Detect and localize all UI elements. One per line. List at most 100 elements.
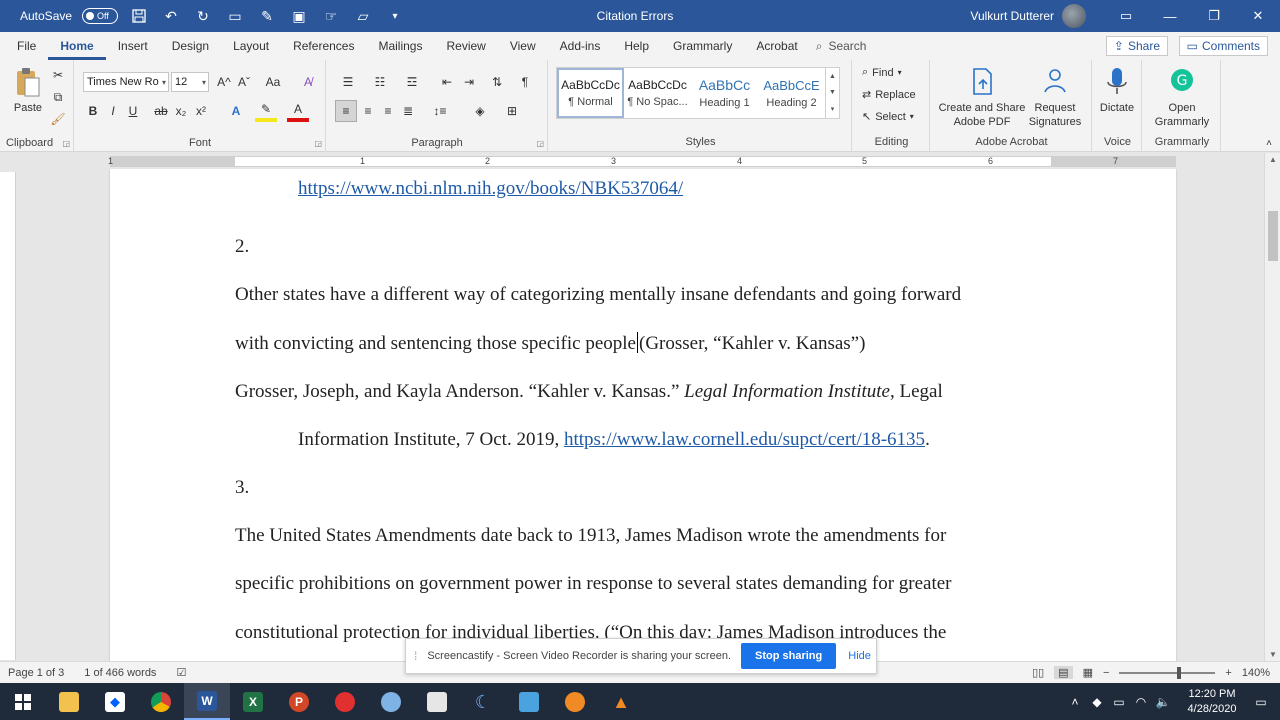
bold-button[interactable]: B (83, 100, 103, 122)
tab-references[interactable]: References (281, 32, 366, 60)
tab-view[interactable]: View (498, 32, 548, 60)
draw-icon[interactable]: ✎ (256, 5, 278, 27)
proofing-icon[interactable]: ☑ (176, 666, 186, 679)
remote-desktop-icon[interactable] (506, 683, 552, 720)
styles-more-button[interactable]: ▲ ▼ ▾ (826, 67, 840, 119)
tab-home[interactable]: Home (48, 32, 106, 60)
justify-icon[interactable]: ≣ (397, 100, 419, 122)
notifications-icon[interactable]: ▭ (1250, 695, 1272, 709)
redo-icon[interactable]: ↻ (192, 5, 214, 27)
open-grammarly-button[interactable]: G Open Grammarly (1146, 66, 1218, 129)
comment-icon[interactable]: ▭ (224, 5, 246, 27)
page-count[interactable]: Page 1 of 3 (8, 667, 64, 679)
find-button[interactable]: ⌕ Find ▾ (862, 66, 902, 79)
highlight-icon[interactable]: ✎ (255, 100, 277, 122)
change-case-button[interactable]: Aa (261, 72, 285, 92)
scroll-thumb[interactable] (1268, 211, 1278, 261)
request-signatures-button[interactable]: Request Signatures (1026, 66, 1084, 129)
grow-font-button[interactable]: A^ (215, 72, 233, 92)
word-icon[interactable]: W (184, 683, 230, 720)
shrink-font-button[interactable]: Aˇ (235, 72, 253, 92)
dialog-launcher-icon[interactable]: ◲ (536, 139, 544, 148)
hide-button[interactable]: Hide (848, 650, 871, 662)
select-button[interactable]: ↖ Select ▾ (862, 110, 914, 124)
subscript-button[interactable]: x₂ (171, 100, 191, 122)
scroll-down-icon[interactable]: ▼ (1265, 650, 1280, 659)
ribbon-display-options-icon[interactable]: ▭ (1104, 0, 1148, 32)
document-area[interactable]: https://www.ncbi.nlm.nih.gov/books/NBK53… (16, 169, 1264, 661)
read-mode-icon[interactable]: ▯▯ (1032, 666, 1044, 679)
tab-help[interactable]: Help (612, 32, 661, 60)
avatar[interactable] (1062, 4, 1086, 28)
style-heading-1[interactable]: AaBbCc Heading 1 (691, 68, 758, 118)
line-spacing-icon[interactable]: ↕≡ (427, 100, 453, 122)
comments-button[interactable]: ▭ Comments (1178, 36, 1268, 56)
multilevel-list-icon[interactable]: ☲ (399, 72, 425, 92)
show-formatting-button[interactable]: ¶ (515, 72, 535, 92)
format-painter-icon[interactable]: 🖌 (50, 110, 66, 128)
moon-app-icon[interactable]: ☾ (460, 683, 506, 720)
tab-insert[interactable]: Insert (106, 32, 160, 60)
zoom-in-icon[interactable]: + (1225, 667, 1231, 679)
italic-button[interactable]: I (103, 100, 123, 122)
battery-icon[interactable]: ▭ (1108, 695, 1130, 709)
align-right-icon[interactable]: ≡ (377, 100, 399, 122)
web-layout-icon[interactable]: ▦ (1083, 666, 1093, 679)
reference-link[interactable]: https://www.ncbi.nlm.nih.gov/books/NBK53… (298, 178, 683, 200)
file-explorer-icon[interactable] (46, 683, 92, 720)
minimize-icon[interactable]: — (1148, 0, 1192, 32)
stop-sharing-button[interactable]: Stop sharing (741, 643, 837, 669)
autosave-toggle[interactable]: Off (82, 8, 119, 24)
font-size-select[interactable]: 12 ▾ (171, 72, 209, 92)
touch-icon[interactable]: ☞ (320, 5, 342, 27)
chrome-icon[interactable] (138, 683, 184, 720)
shading-icon[interactable]: ◈ (467, 100, 493, 122)
style-heading-2[interactable]: AaBbCcE Heading 2 (758, 68, 825, 118)
sort-icon[interactable]: ⇅ (487, 72, 507, 92)
numbering-icon[interactable]: ☷ (367, 72, 393, 92)
restore-icon[interactable]: ❐ (1192, 0, 1236, 32)
zoom-slider[interactable] (1119, 666, 1216, 679)
share-button[interactable]: ⇪ Share (1105, 36, 1168, 56)
citation-link[interactable]: https://www.law.cornell.edu/supct/cert/1… (564, 429, 925, 450)
superscript-button[interactable]: x² (191, 100, 211, 122)
customize-icon[interactable]: ▾ (384, 5, 406, 27)
volume-icon[interactable]: 🔈 (1152, 695, 1174, 709)
vlc-icon[interactable]: ▲ (598, 683, 644, 720)
tab-design[interactable]: Design (160, 32, 221, 60)
dialog-launcher-icon[interactable]: ◲ (62, 139, 70, 148)
decrease-indent-icon[interactable]: ⇤ (437, 72, 457, 92)
cut-icon[interactable]: ✂ (50, 66, 66, 84)
save-icon[interactable] (128, 5, 150, 27)
underline-button[interactable]: U (123, 100, 143, 122)
clear-formatting-icon[interactable]: A̸ (299, 72, 317, 92)
text-effects-icon[interactable]: A (225, 100, 247, 122)
search-box[interactable]: ⌕ Search (816, 39, 867, 54)
clock[interactable]: 12:20 PM 4/28/2020 (1182, 687, 1242, 717)
dropbox-icon[interactable]: ◆ (92, 683, 138, 720)
tab-add-ins[interactable]: Add-ins (548, 32, 613, 60)
game-icon[interactable] (552, 683, 598, 720)
vertical-scrollbar[interactable]: ▲ ▼ (1264, 153, 1280, 661)
dictate-button[interactable]: Dictate (1095, 66, 1139, 115)
create-pdf-button[interactable]: Create and Share Adobe PDF (936, 66, 1028, 129)
replace-button[interactable]: ⇄ Replace (862, 88, 916, 102)
paint-icon[interactable] (368, 683, 414, 720)
word-count[interactable]: 1 of 466 words (84, 667, 156, 679)
powerpoint-icon[interactable]: P (276, 683, 322, 720)
windows-start-icon[interactable] (0, 683, 46, 720)
dialog-launcher-icon[interactable]: ◲ (314, 139, 322, 148)
tab-grammarly[interactable]: Grammarly (661, 32, 744, 60)
scroll-up-icon[interactable]: ▲ (1265, 155, 1280, 164)
style-no-spacing[interactable]: AaBbCcDc ¶ No Spac... (624, 68, 691, 118)
screen-recorder-icon[interactable] (322, 683, 368, 720)
style-normal[interactable]: AaBbCcDc ¶ Normal (557, 68, 624, 118)
copy-icon[interactable]: ⧉ (50, 88, 66, 106)
drag-handle-icon[interactable]: ⁞ (414, 649, 417, 663)
tab-layout[interactable]: Layout (221, 32, 281, 60)
show-hidden-icons-icon[interactable]: ˄ (1064, 695, 1086, 709)
dropbox-tray-icon[interactable]: ◆ (1086, 695, 1108, 709)
wifi-icon[interactable]: ◠ (1130, 695, 1152, 709)
paste-button[interactable]: Paste (6, 66, 50, 115)
document-page[interactable]: https://www.ncbi.nlm.nih.gov/books/NBK53… (110, 169, 1176, 661)
